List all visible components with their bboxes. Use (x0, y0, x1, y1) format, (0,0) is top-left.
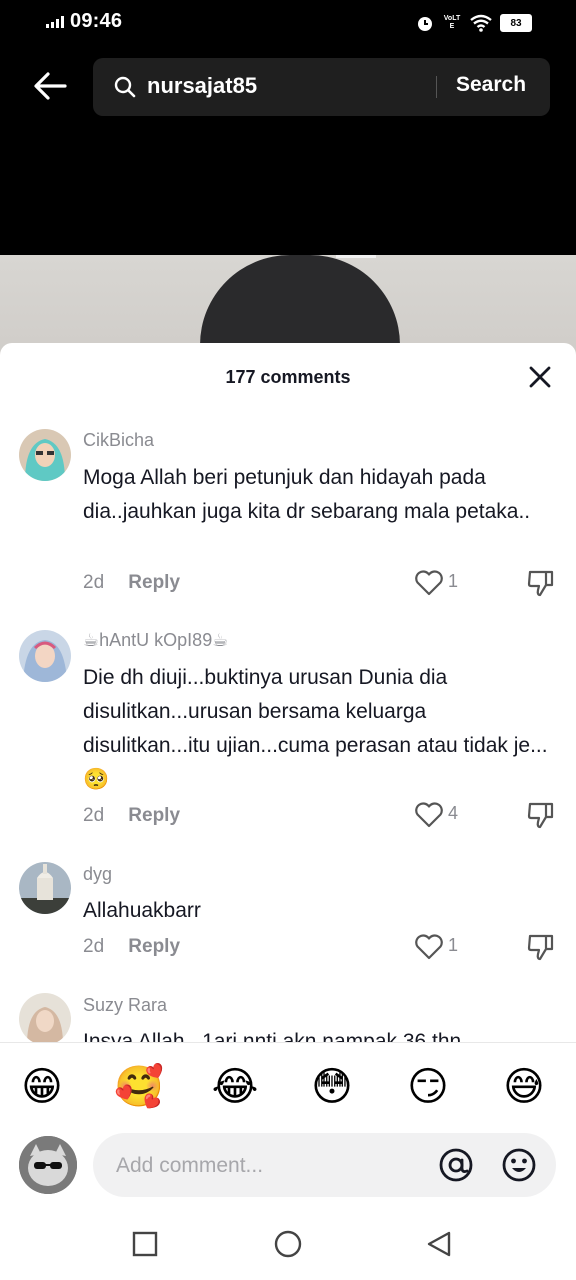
emoji-hearts[interactable]: 🥰 (114, 1063, 164, 1111)
square-icon[interactable] (131, 1230, 159, 1258)
comments-header: 177 comments (0, 343, 576, 409)
heart-icon (415, 802, 443, 828)
smiley-icon[interactable] (501, 1147, 537, 1183)
comment-text: Moga Allah beri petunjuk dan hidayah pad… (83, 466, 531, 523)
comment-meta: 2d Reply (83, 805, 180, 827)
comment-username[interactable]: ☕hAntU kOpI89☕ (83, 630, 228, 651)
like-count: 1 (448, 935, 459, 955)
status-bar: 09:46 VoLTE 83 (0, 0, 576, 46)
comment-item: dyg Allahuakbarr 2d Reply 1 (0, 862, 576, 972)
search-button[interactable]: Search (456, 73, 526, 97)
comments-count: 177 comments (225, 367, 351, 387)
volte-badge: VoLTE (443, 15, 461, 30)
comment-item: CikBicha Moga Allah beri petunjuk dan hi… (0, 429, 576, 609)
thumbs-down-icon[interactable] (526, 800, 556, 830)
search-field[interactable]: nursajat85 Search (93, 58, 550, 116)
comment-username[interactable]: Suzy Rara (83, 995, 167, 1016)
close-icon[interactable] (526, 363, 554, 391)
avatar[interactable] (19, 862, 71, 914)
like-button[interactable]: 1 (414, 932, 464, 962)
comment-date: 2d (83, 805, 105, 826)
arrow-left-icon (34, 72, 67, 100)
comment-username[interactable]: CikBicha (83, 430, 154, 451)
comment-text: Die dh diuji...buktinya urusan Dunia dia… (83, 666, 548, 791)
status-icons: VoLTE 83 (416, 12, 532, 34)
comment-date: 2d (83, 572, 105, 593)
like-count: 4 (448, 803, 459, 823)
back-button[interactable] (30, 68, 70, 104)
reply-button[interactable]: Reply (128, 936, 180, 958)
signal-icon (46, 16, 64, 28)
comment-input[interactable]: Add comment... (93, 1133, 556, 1197)
alarm-icon (418, 17, 432, 31)
at-icon[interactable] (438, 1147, 474, 1183)
comment-username[interactable]: dyg (83, 864, 112, 885)
emoji-quick-bar: 😁 🥰 😂 😳 😏 😅 (0, 1042, 576, 1131)
heart-icon (415, 570, 443, 596)
emoji-laugh[interactable]: 😂 (211, 1063, 259, 1111)
thumbs-down-icon[interactable] (526, 932, 556, 962)
comment-meta: 2d Reply (83, 936, 180, 958)
comment-item: ☕hAntU kOpI89☕ Die dh diuji...buktinya u… (0, 628, 576, 838)
battery-indicator: 83 (500, 14, 532, 32)
triangle-back-icon[interactable] (425, 1230, 453, 1258)
like-button[interactable]: 4 (414, 800, 464, 830)
avatar[interactable] (19, 993, 71, 1045)
wifi-icon (470, 14, 492, 32)
reply-button[interactable]: Reply (128, 572, 180, 594)
comment-date: 2d (83, 936, 105, 957)
avatar[interactable] (19, 429, 71, 481)
emoji-sweat-smile[interactable]: 😅 (500, 1063, 548, 1111)
search-header: nursajat85 Search (0, 46, 576, 126)
emoji-flushed[interactable]: 😳 (308, 1063, 356, 1111)
status-time: 09:46 (70, 10, 123, 32)
comment-input-bar: Add comment... (0, 1130, 576, 1206)
thumbs-down-icon[interactable] (526, 568, 556, 598)
emoji-grin[interactable]: 😁 (18, 1063, 66, 1111)
avatar[interactable] (19, 630, 71, 682)
search-divider (436, 76, 437, 98)
search-icon (114, 76, 136, 98)
emoji-smirk[interactable]: 😏 (404, 1063, 452, 1111)
comment-text: Allahuakbarr (83, 899, 201, 922)
reply-button[interactable]: Reply (128, 805, 180, 827)
heart-icon (415, 934, 443, 960)
comment-placeholder: Add comment... (116, 1154, 264, 1177)
comment-meta: 2d Reply (83, 572, 180, 594)
like-count: 1 (448, 571, 459, 591)
system-nav-bar (0, 1206, 576, 1280)
circle-icon[interactable] (274, 1230, 302, 1258)
video-indicator (336, 255, 376, 258)
like-button[interactable]: 1 (414, 568, 464, 598)
search-input[interactable]: nursajat85 (147, 73, 257, 99)
avatar[interactable] (19, 1136, 77, 1194)
